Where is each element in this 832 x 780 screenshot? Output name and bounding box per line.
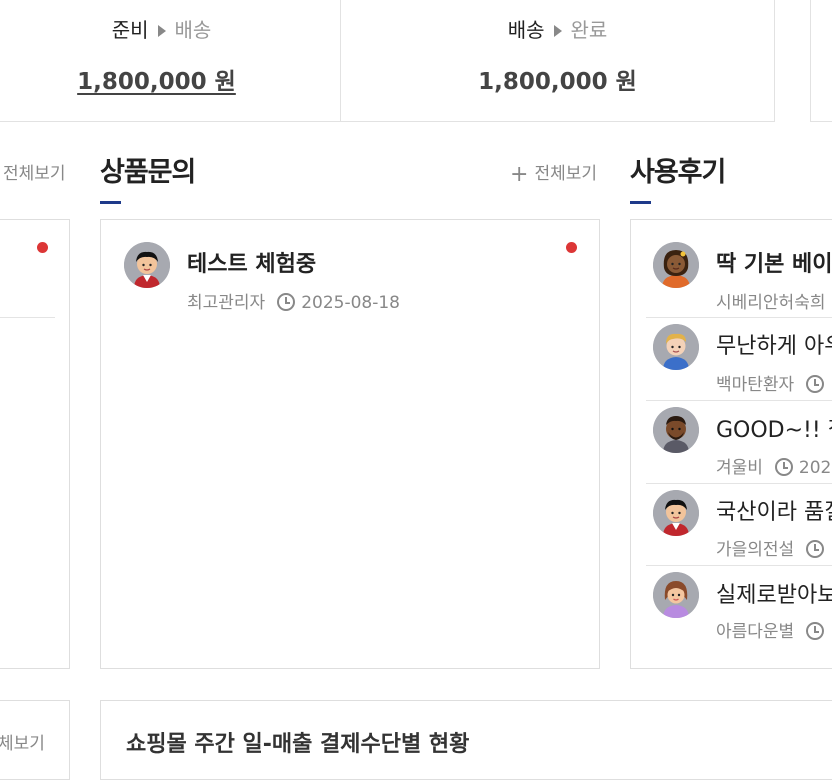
divider	[646, 565, 832, 566]
clock-icon	[774, 458, 793, 476]
bottom-view-all-link[interactable]: 체보기	[0, 729, 45, 754]
view-all-link[interactable]: 전체보기	[3, 159, 66, 184]
inquiry-item-meta: 최고관리자 2025-08-18	[187, 288, 400, 313]
author-name: 겨울비	[716, 458, 763, 478]
clock-icon	[277, 293, 296, 311]
stat-to-label: 완료	[570, 18, 608, 42]
plus-icon: +	[510, 162, 529, 187]
avatar	[653, 572, 699, 618]
avatar	[653, 242, 699, 288]
clock-icon	[806, 375, 825, 393]
author-name: 백마탄환자	[716, 375, 795, 395]
review-item-title[interactable]: 국산이라 품질	[716, 494, 832, 526]
review-item-meta: 백마탄환자	[716, 370, 830, 395]
arrow-right-icon	[553, 24, 562, 37]
review-item-meta: 가을의전설	[716, 535, 830, 560]
avatar	[124, 242, 170, 288]
clock-icon	[806, 622, 825, 640]
author-name: 아름다운별	[716, 622, 795, 642]
divider	[646, 483, 832, 484]
divider	[0, 317, 55, 318]
review-item-meta: 겨울비 202	[716, 453, 831, 478]
title-underline	[100, 201, 121, 204]
stat-card-ready-shipping: 준비 배송 1,800,000 원	[0, 0, 341, 122]
stat-to-label: 배송	[174, 18, 212, 42]
stat-header: 준비 배송	[0, 14, 340, 43]
stat-card-partial	[810, 0, 832, 122]
clock-icon	[806, 540, 825, 558]
arrow-right-icon	[157, 24, 166, 37]
new-badge	[37, 242, 48, 253]
author-name: 최고관리자	[187, 293, 266, 313]
inquiry-panel: 테스트 체험중 최고관리자 2025-08-18	[100, 219, 600, 669]
inquiry-view-all-link[interactable]: + 전체보기	[510, 159, 597, 187]
weekly-sales-title: 쇼핑몰 주간 일-매출 결제수단별 현황	[126, 732, 470, 757]
author-name: 시베리안허숙희	[716, 293, 826, 313]
avatar	[653, 324, 699, 370]
stat-card-shipping-complete: 배송 완료 1,800,000 원	[340, 0, 775, 122]
stat-header: 배송 완료	[341, 14, 774, 43]
stat-value: 1,800,000 원	[478, 69, 637, 95]
avatar	[653, 407, 699, 453]
reviews-panel: 딱 기본 베이 시베리안허숙희 무난하게 아우 백마탄환자 GOOD~!! 집 …	[630, 219, 832, 669]
review-item-title[interactable]: 무난하게 아우	[716, 328, 832, 360]
review-item-title[interactable]: 딱 기본 베이	[716, 246, 832, 278]
review-item-meta: 아름다운별	[716, 617, 830, 642]
review-item-meta: 시베리안허숙희	[716, 288, 825, 313]
post-date: 2025-08-18	[301, 293, 400, 313]
divider	[646, 317, 832, 318]
avatar	[653, 490, 699, 536]
section-title-inquiry: 상품문의	[100, 157, 196, 188]
left-panel	[0, 219, 70, 669]
review-item-title[interactable]: GOOD~!! 집	[716, 412, 832, 444]
post-date: 202	[798, 458, 832, 478]
view-all-label: 전체보기	[534, 164, 597, 184]
new-badge	[566, 242, 577, 253]
title-underline	[630, 201, 651, 204]
stat-value[interactable]: 1,800,000 원	[0, 62, 340, 96]
divider	[646, 400, 832, 401]
section-title-reviews: 사용후기	[630, 157, 726, 188]
stat-from-label: 배송	[507, 18, 545, 42]
inquiry-item-title[interactable]: 테스트 체험중	[187, 246, 316, 278]
author-name: 가을의전설	[716, 540, 795, 560]
review-item-title[interactable]: 실제로받아보	[716, 577, 832, 609]
stat-from-label: 준비	[111, 18, 149, 42]
